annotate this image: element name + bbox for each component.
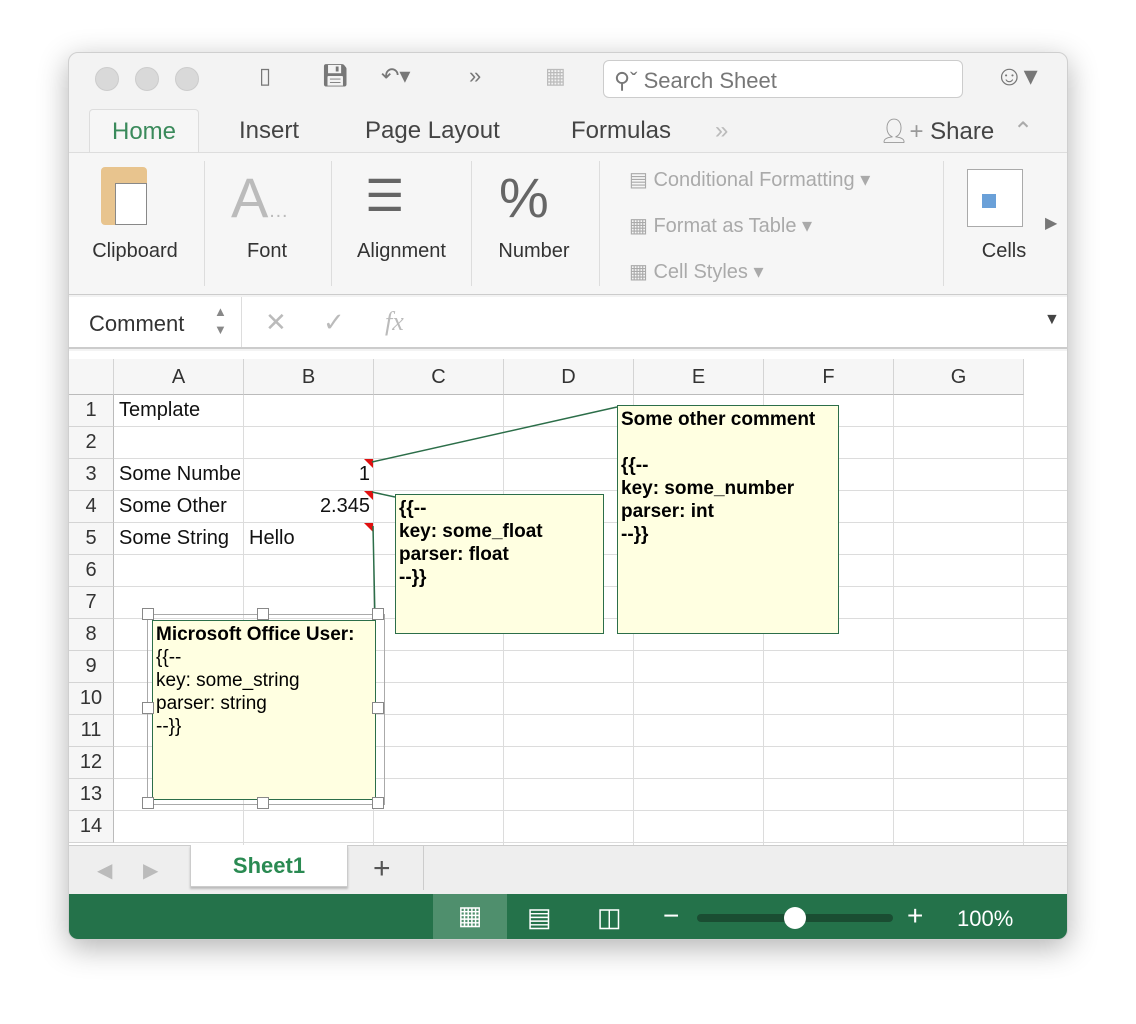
comment-text: {{-- key: some_string parser: string --}… bbox=[156, 647, 300, 737]
resize-handle[interactable] bbox=[142, 797, 154, 809]
resize-handle[interactable] bbox=[372, 608, 384, 620]
resize-handle[interactable] bbox=[372, 797, 384, 809]
comment-line-b4 bbox=[371, 491, 396, 498]
comment-b4[interactable]: {{-- key: some_float parser: float --}} bbox=[395, 494, 604, 634]
resize-handle[interactable] bbox=[142, 702, 154, 714]
comment-b5[interactable]: Microsoft Office User: {{-- key: some_str… bbox=[152, 620, 376, 800]
comment-author: Microsoft Office User: bbox=[156, 624, 355, 645]
resize-handle[interactable] bbox=[142, 608, 154, 620]
resize-handle[interactable] bbox=[372, 702, 384, 714]
resize-handle[interactable] bbox=[257, 797, 269, 809]
resize-handle[interactable] bbox=[257, 608, 269, 620]
comment-line-b3 bbox=[371, 406, 618, 463]
comment-line-b5 bbox=[372, 525, 376, 621]
comment-b3[interactable]: Some other comment {{-- key: some_number… bbox=[617, 405, 839, 634]
